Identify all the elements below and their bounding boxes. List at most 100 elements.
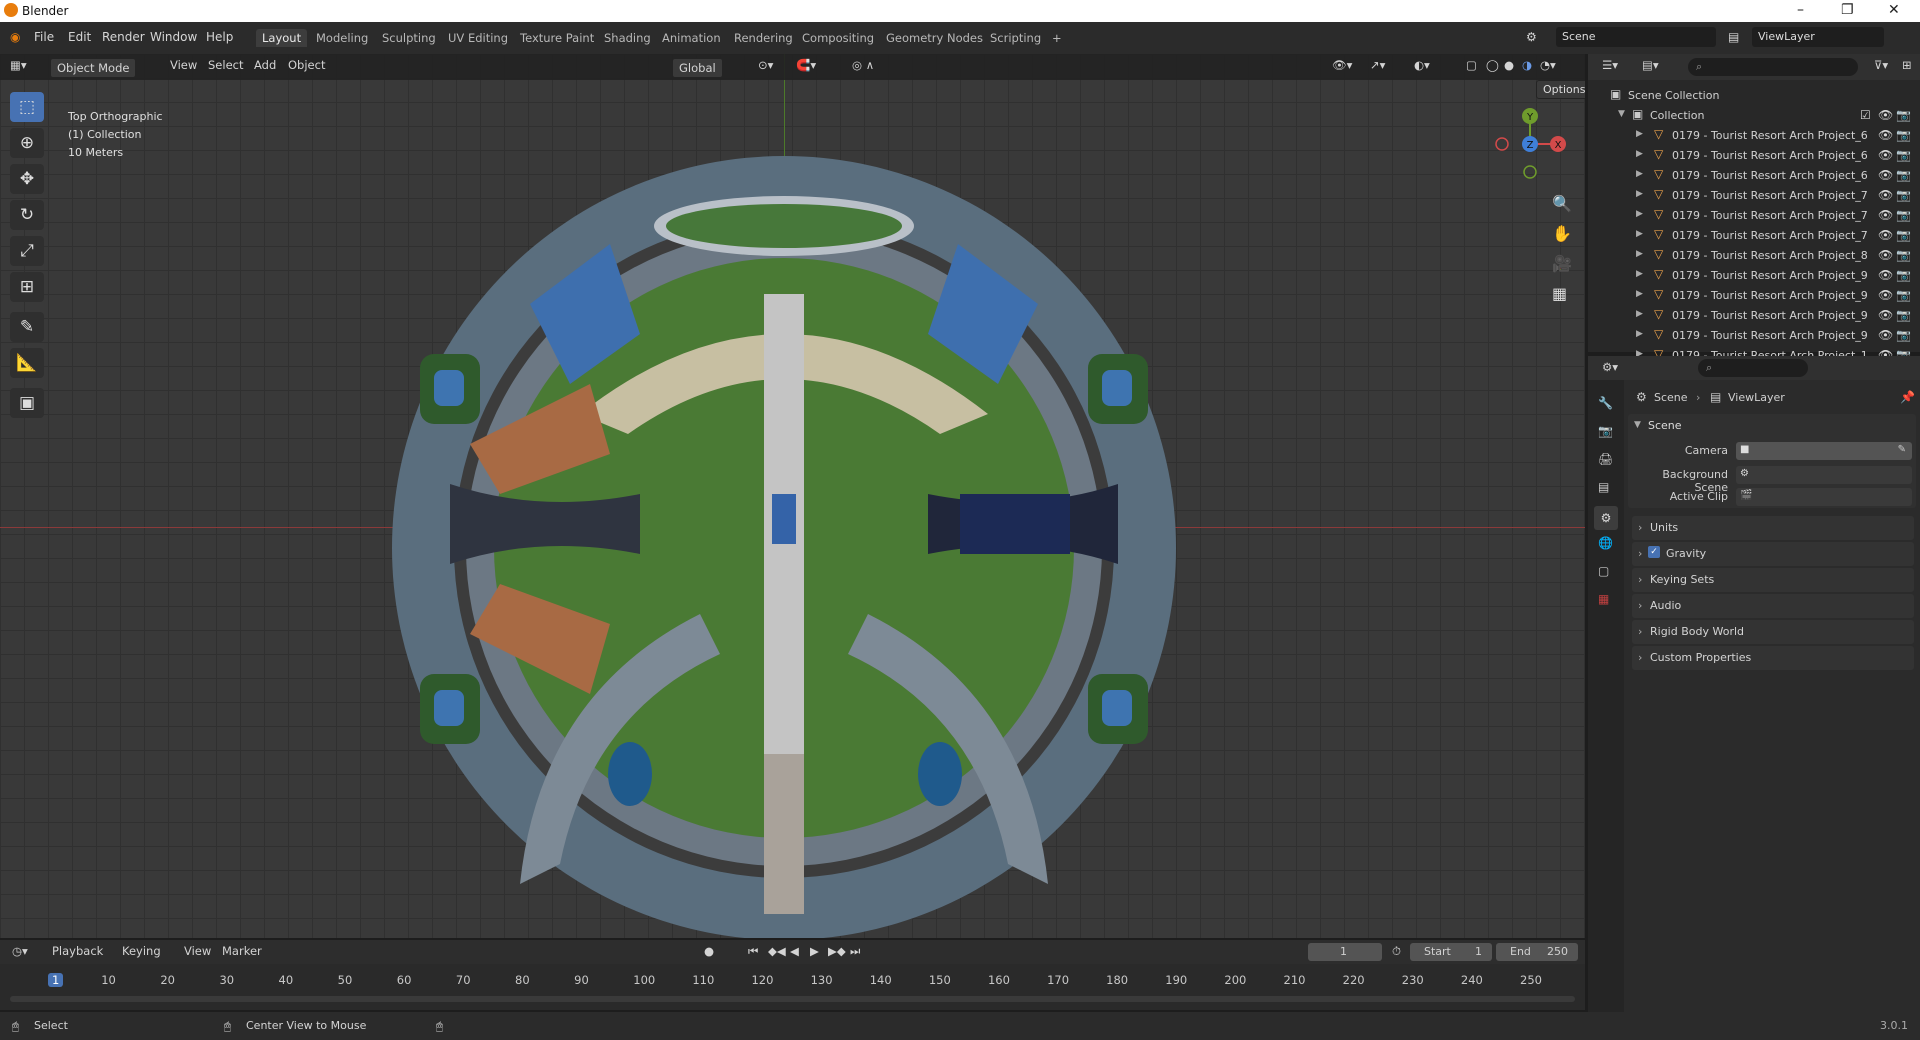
timeline-menu-keying[interactable]: Keying (122, 944, 161, 958)
tab-modeling[interactable]: Modeling (310, 29, 374, 47)
xray-icon[interactable]: ▢ (1466, 58, 1477, 72)
eye-icon[interactable]: 👁 (1878, 268, 1893, 282)
panel-custom-properties[interactable]: › Custom Properties (1632, 646, 1914, 670)
start-frame-field[interactable]: Start 1 (1410, 943, 1492, 961)
viewlayer-field[interactable]: ViewLayer (1752, 27, 1884, 47)
scene-section-chevron-icon[interactable]: ▼ (1634, 420, 1641, 430)
tab-uv-editing[interactable]: UV Editing (442, 29, 514, 47)
eye-icon[interactable]: 👁 (1878, 168, 1893, 182)
collection-eye-icon[interactable]: 👁 (1878, 108, 1893, 122)
outliner-object-row[interactable]: ▶ ▽ 0179 - Tourist Resort Arch Project_6 👁 📷 (1588, 126, 1920, 146)
measure-tool[interactable]: 📐 (10, 348, 44, 378)
timeline-scrollbar[interactable] (10, 996, 1575, 1002)
eye-icon[interactable]: 👁 (1878, 308, 1893, 322)
next-keyframe-icon[interactable]: ▶◆ (828, 944, 846, 958)
viewport-menu-add[interactable]: Add (254, 58, 276, 72)
timeline-menu-view[interactable]: View (184, 944, 211, 958)
tab-texture-paint[interactable]: Texture Paint (514, 29, 600, 47)
render-tab-icon[interactable]: 📷 (1598, 424, 1613, 438)
camera-icon[interactable]: 📷 (1896, 248, 1911, 262)
eye-icon[interactable]: 👁 (1878, 328, 1893, 342)
tab-scripting[interactable]: Scripting (984, 29, 1047, 47)
tab-shading[interactable]: Shading (598, 29, 657, 47)
tool-tab-icon[interactable]: 🔧 (1598, 396, 1613, 410)
timeline-menu-marker[interactable]: Marker (222, 944, 262, 958)
scale-tool[interactable]: ⤢ (10, 236, 44, 266)
expand-arrow-icon[interactable]: ▶ (1636, 189, 1643, 199)
outliner-object-row[interactable]: ▶ ▽ 0179 - Tourist Resort Arch Project_7 👁 📷 (1588, 226, 1920, 246)
close-icon[interactable]: ✕ (1888, 2, 1900, 18)
camera-icon[interactable]: 📷 (1896, 328, 1911, 342)
outliner-object-row[interactable]: ▶ ▽ 0179 - Tourist Resort Arch Project_8 👁 📷 (1588, 246, 1920, 266)
filter-icon[interactable]: ⊽▾ (1874, 58, 1888, 72)
proportional-icon[interactable]: ◎ ∧ (852, 58, 874, 72)
camera-field[interactable]: ■ ✎ (1736, 442, 1912, 460)
stopwatch-icon[interactable]: ⏱ (1392, 944, 1401, 959)
camera-icon[interactable]: 📷 (1896, 188, 1911, 202)
camera-icon[interactable]: 📷 (1896, 308, 1911, 322)
world-tab-icon[interactable]: 🌐 (1598, 536, 1613, 550)
menu-file[interactable]: File (34, 30, 54, 44)
visibility-icon[interactable]: 👁▾ (1332, 58, 1352, 72)
eye-icon[interactable]: 👁 (1878, 248, 1893, 262)
properties-search-input[interactable]: ⌕ (1698, 359, 1808, 377)
transform-tool[interactable]: ⊞ (10, 272, 44, 302)
expand-arrow-icon[interactable]: ▶ (1636, 249, 1643, 259)
play-reverse-icon[interactable]: ◀ (790, 944, 799, 958)
add-workspace-icon[interactable]: + (1046, 29, 1068, 47)
outliner-object-row[interactable]: ▶ ▽ 0179 - Tourist Resort Arch Project_7 👁 📷 (1588, 186, 1920, 206)
scene-tab-icon[interactable]: ⚙ (1594, 506, 1618, 530)
eye-icon[interactable]: 👁 (1878, 148, 1893, 162)
eye-icon[interactable]: 👁 (1878, 288, 1893, 302)
active-clip-field[interactable]: 🎬 (1736, 488, 1912, 506)
expand-arrow-icon[interactable]: ▶ (1636, 329, 1643, 339)
shading-material-icon[interactable]: ◑ (1522, 58, 1532, 72)
timeline-menu-playback[interactable]: Playback (52, 944, 103, 958)
options-button[interactable]: Options (1536, 80, 1585, 99)
panel-audio[interactable]: › Audio (1632, 594, 1914, 618)
gravity-checkbox[interactable]: ✓ (1648, 546, 1660, 558)
outliner-object-row[interactable]: ▶ ▽ 0179 - Tourist Resort Arch Project_9 👁 📷 (1588, 326, 1920, 346)
mode-selector[interactable]: Object Mode (50, 58, 137, 78)
properties-editor-icon[interactable]: ⚙▾ (1602, 360, 1618, 374)
tab-geometry-nodes[interactable]: Geometry Nodes (880, 29, 989, 47)
pin-icon[interactable]: 📌 (1900, 390, 1915, 404)
zoom-icon[interactable]: 🔍 (1552, 194, 1572, 213)
expand-arrow-icon[interactable]: ▶ (1636, 149, 1643, 159)
scene-selector-icon[interactable]: ⚙ (1526, 30, 1537, 44)
expand-arrow-icon[interactable]: ▶ (1636, 289, 1643, 299)
panel-units[interactable]: › Units (1632, 516, 1914, 540)
gizmo-toggle-icon[interactable]: ↗▾ (1370, 58, 1385, 72)
menu-help[interactable]: Help (206, 30, 233, 44)
outliner-collection[interactable]: ▼ ▣ Collection ☑ 👁 📷 (1588, 106, 1920, 126)
pivot-icon[interactable]: ⊙▾ (758, 58, 773, 72)
camera-icon[interactable]: 📷 (1896, 288, 1911, 302)
viewport-menu-object[interactable]: Object (288, 58, 325, 72)
expand-arrow-icon[interactable]: ▶ (1636, 269, 1643, 279)
shading-rendered-icon[interactable]: ◔▾ (1540, 58, 1556, 72)
texture-tab-icon[interactable]: ▦ (1598, 592, 1609, 606)
minimize-icon[interactable]: – (1797, 2, 1804, 18)
prev-keyframe-icon[interactable]: ◆◀ (768, 944, 786, 958)
expand-arrow-icon[interactable]: ▼ (1618, 109, 1625, 119)
move-tool[interactable]: ✥ (10, 164, 44, 194)
camera-icon[interactable]: 📷 (1896, 228, 1911, 242)
3d-viewport[interactable]: ⬚ ⊕ ✥ ↻ ⤢ ⊞ ✎ 📐 ▣ Top Orthographic (1) C… (0, 54, 1585, 938)
expand-arrow-icon[interactable]: ▶ (1636, 309, 1643, 319)
eye-icon[interactable]: 👁 (1878, 128, 1893, 142)
outliner-editor-icon[interactable]: ☰▾ (1602, 58, 1618, 72)
rotate-tool[interactable]: ↻ (10, 200, 44, 230)
overlay-toggle-icon[interactable]: ◐▾ (1414, 58, 1430, 72)
expand-arrow-icon[interactable]: ▶ (1636, 209, 1643, 219)
resort-model[interactable] (380, 134, 1180, 938)
jump-start-icon[interactable]: ⏮ (748, 944, 758, 959)
add-cube-tool[interactable]: ▣ (10, 388, 44, 418)
collection-camera-icon[interactable]: 📷 (1896, 108, 1911, 122)
eye-icon[interactable]: 👁 (1878, 228, 1893, 242)
ortho-grid-icon[interactable]: ▦ (1552, 284, 1567, 303)
annotate-tool[interactable]: ✎ (10, 312, 44, 342)
tab-rendering[interactable]: Rendering (728, 29, 799, 47)
scene-field[interactable]: Scene (1556, 27, 1716, 47)
tab-compositing[interactable]: Compositing (796, 29, 880, 47)
outliner-object-row[interactable]: ▶ ▽ 0179 - Tourist Resort Arch Project_9 👁 📷 (1588, 266, 1920, 286)
